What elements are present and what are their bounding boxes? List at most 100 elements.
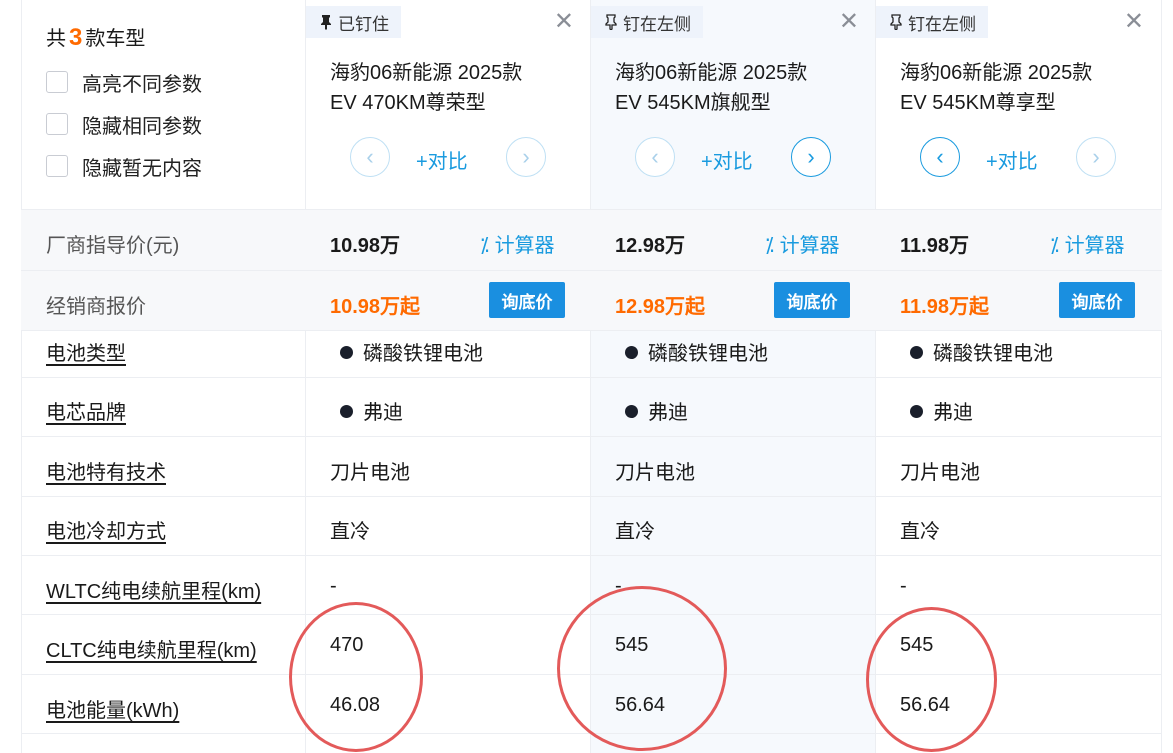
bullet-icon bbox=[340, 405, 353, 418]
dealer-price: 10.98万起 bbox=[330, 296, 421, 318]
add-compare-button[interactable]: +对比 bbox=[701, 145, 753, 174]
dealer-price: 11.98万起 bbox=[900, 296, 989, 318]
close-icon[interactable]: ✕ bbox=[554, 10, 574, 34]
car-nav: ‹ +对比 › bbox=[350, 137, 546, 179]
pin-label: 钉在左侧 bbox=[908, 14, 976, 34]
battery-type-text: 磷酸铁锂电池 bbox=[363, 343, 483, 365]
label-energy[interactable]: 电池能量(kWh) bbox=[46, 694, 179, 723]
cooling-value: 直冷 bbox=[330, 521, 370, 543]
ask-price-button[interactable]: 询底价 bbox=[1059, 282, 1135, 318]
checkbox[interactable] bbox=[46, 113, 68, 135]
calculator-icon: ⁒ bbox=[765, 235, 780, 257]
pin-button[interactable]: 已钉住 bbox=[306, 6, 401, 38]
option-highlight-diff[interactable]: 高亮不同参数 bbox=[46, 69, 202, 96]
model-count-number: 3 bbox=[69, 24, 83, 51]
chevron-left-icon[interactable]: ‹ bbox=[635, 137, 675, 177]
car-name-line2: EV 545KM尊享型 bbox=[900, 92, 1056, 114]
battery-tech-value: 刀片电池 bbox=[615, 462, 695, 484]
calculator-icon: ⁒ bbox=[480, 235, 495, 257]
car-header-1: 已钉住 ✕ 海豹06新能源 2025款 EV 470KM尊荣型 ‹ +对比 › bbox=[306, 0, 590, 208]
option-label: 高亮不同参数 bbox=[82, 73, 202, 96]
calculator-label: 计算器 bbox=[1064, 235, 1125, 257]
checkbox[interactable] bbox=[46, 155, 68, 177]
chevron-left-icon[interactable]: ‹ bbox=[350, 137, 390, 177]
chevron-right-icon[interactable]: › bbox=[506, 137, 546, 177]
cell-brand-value: 弗迪 bbox=[340, 396, 403, 425]
battery-type-text: 磷酸铁锂电池 bbox=[648, 343, 768, 365]
annotation-circle bbox=[557, 586, 727, 751]
close-icon[interactable]: ✕ bbox=[1124, 10, 1144, 34]
battery-tech-value: 刀片电池 bbox=[900, 462, 980, 484]
label-cltc[interactable]: CLTC纯电续航里程(km) bbox=[46, 634, 257, 663]
battery-type-value: 磷酸铁锂电池 bbox=[340, 337, 483, 366]
calculator-label: 计算器 bbox=[779, 235, 840, 257]
calculator-icon: ⁒ bbox=[1050, 235, 1065, 257]
add-compare-button[interactable]: +对比 bbox=[986, 145, 1038, 174]
option-hide-same[interactable]: 隐藏相同参数 bbox=[46, 111, 202, 138]
pin-label: 钉在左侧 bbox=[623, 14, 691, 34]
car-header-3: 钉在左侧 ✕ 海豹06新能源 2025款 EV 545KM尊享型 ‹ +对比 › bbox=[876, 0, 1160, 208]
calculator-link[interactable]: ⁒ 计算器 bbox=[765, 229, 840, 258]
row-divider bbox=[21, 209, 1162, 210]
label-dealer: 经销商报价 bbox=[46, 296, 146, 318]
label-battery-type[interactable]: 电池类型 bbox=[46, 337, 126, 366]
car-name: 海豹06新能源 2025款 EV 545KM旗舰型 bbox=[615, 58, 855, 118]
model-count: 共 3 款车型 bbox=[46, 22, 145, 52]
bullet-icon bbox=[340, 346, 353, 359]
compare-page: 共 3 款车型 高亮不同参数 隐藏相同参数 隐藏暂无内容 已钉住 ✕ 海豹06新能源… bbox=[0, 0, 1173, 753]
chevron-right-icon[interactable]: › bbox=[791, 137, 831, 177]
car-name-line1: 海豹06新能源 2025款 bbox=[615, 62, 808, 84]
bullet-icon bbox=[625, 405, 638, 418]
label-cell-brand[interactable]: 电芯品牌 bbox=[46, 396, 126, 425]
label-wltc[interactable]: WLTC纯电续航里程(km) bbox=[46, 575, 261, 604]
calculator-link[interactable]: ⁒ 计算器 bbox=[480, 229, 555, 258]
chevron-left-icon[interactable]: ‹ bbox=[920, 137, 960, 177]
annotation-circle bbox=[289, 602, 423, 752]
label-battery-tech[interactable]: 电池特有技术 bbox=[46, 456, 166, 485]
summary-prefix: 共 bbox=[46, 28, 66, 50]
car-header-2: 钉在左侧 ✕ 海豹06新能源 2025款 EV 545KM旗舰型 ‹ +对比 › bbox=[591, 0, 875, 208]
option-label: 隐藏相同参数 bbox=[82, 115, 202, 138]
ask-price-button[interactable]: 询底价 bbox=[774, 282, 850, 318]
cooling-value: 直冷 bbox=[900, 521, 940, 543]
close-icon[interactable]: ✕ bbox=[839, 10, 859, 34]
row-divider bbox=[21, 377, 1162, 378]
car-name-line2: EV 470KM尊荣型 bbox=[330, 92, 486, 114]
pin-icon bbox=[321, 15, 331, 30]
cell-brand-text: 弗迪 bbox=[363, 402, 403, 424]
battery-type-text: 磷酸铁锂电池 bbox=[933, 343, 1053, 365]
checkbox[interactable] bbox=[46, 71, 68, 93]
pin-left-button[interactable]: 钉在左侧 bbox=[591, 6, 703, 38]
msrp-value: 12.98万 bbox=[615, 235, 686, 257]
row-divider bbox=[21, 496, 1162, 497]
bullet-icon bbox=[910, 346, 923, 359]
row-divider bbox=[21, 270, 1162, 271]
chevron-right-icon[interactable]: › bbox=[1076, 137, 1116, 177]
label-msrp: 厂商指导价(元) bbox=[46, 235, 180, 257]
car-name: 海豹06新能源 2025款 EV 545KM尊享型 bbox=[900, 58, 1140, 118]
msrp-value: 11.98万 bbox=[900, 235, 969, 257]
bullet-icon bbox=[625, 346, 638, 359]
add-compare-button[interactable]: +对比 bbox=[416, 145, 468, 174]
cooling-value: 直冷 bbox=[615, 521, 655, 543]
row-divider bbox=[21, 330, 1162, 331]
cell-brand-text: 弗迪 bbox=[933, 402, 973, 424]
ask-price-button[interactable]: 询底价 bbox=[489, 282, 565, 318]
dealer-row bbox=[21, 271, 1162, 330]
pin-left-button[interactable]: 钉在左侧 bbox=[876, 6, 988, 38]
wltc-value: - bbox=[330, 575, 337, 597]
pin-icon bbox=[605, 14, 617, 30]
bullet-icon bbox=[910, 405, 923, 418]
dealer-price: 12.98万起 bbox=[615, 296, 706, 318]
calculator-link[interactable]: ⁒ 计算器 bbox=[1050, 229, 1125, 258]
car-name: 海豹06新能源 2025款 EV 470KM尊荣型 bbox=[330, 58, 570, 118]
battery-type-value: 磷酸铁锂电池 bbox=[910, 337, 1053, 366]
label-cooling[interactable]: 电池冷却方式 bbox=[46, 515, 166, 544]
row-divider bbox=[21, 436, 1162, 437]
car-name-line1: 海豹06新能源 2025款 bbox=[330, 62, 523, 84]
annotation-circle bbox=[866, 607, 997, 752]
cell-brand-text: 弗迪 bbox=[648, 402, 688, 424]
car-name-line2: EV 545KM旗舰型 bbox=[615, 92, 771, 114]
option-hide-empty[interactable]: 隐藏暂无内容 bbox=[46, 153, 202, 180]
pin-icon bbox=[890, 14, 902, 30]
